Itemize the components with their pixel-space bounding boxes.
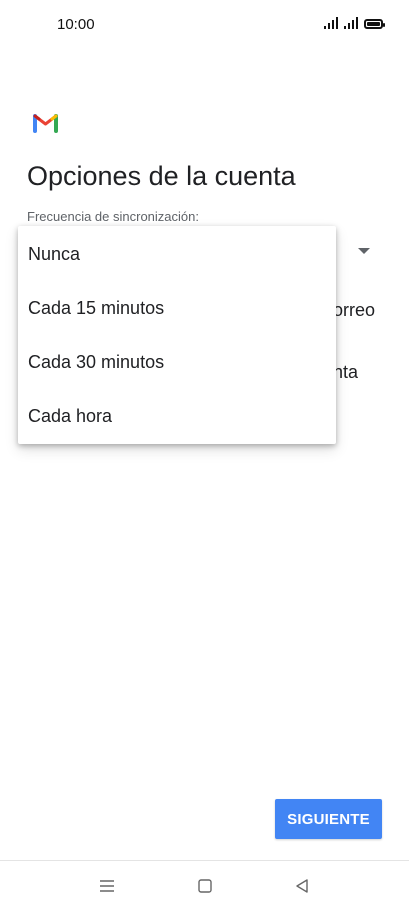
dropdown-option-15-minutes[interactable]: Cada 15 minutos [18,281,336,335]
back-icon[interactable] [293,877,311,895]
sync-frequency-dropdown: Nunca Cada 15 minutos Cada 30 minutos Ca… [18,226,336,444]
system-nav-bar [0,860,409,910]
dropdown-option-never[interactable]: Nunca [18,227,336,281]
battery-icon [364,19,385,29]
dropdown-option-30-minutes[interactable]: Cada 30 minutos [18,335,336,389]
home-icon[interactable] [196,877,214,895]
gmail-logo-icon [33,114,58,133]
background-option-text: orreo [333,300,376,320]
chevron-down-icon[interactable] [358,248,370,254]
status-time: 10:00 [57,16,95,33]
signal-icon [344,17,358,29]
sync-frequency-label: Frecuencia de sincronización: [27,209,199,224]
menu-icon[interactable] [98,877,116,895]
status-icons [324,17,385,29]
status-bar: 10:00 [0,0,409,50]
background-option-text: nta [333,362,359,382]
dropdown-option-hourly[interactable]: Cada hora [18,389,336,443]
next-button[interactable]: SIGUIENTE [275,799,382,839]
page-title: Opciones de la cuenta [27,161,296,191]
signal-icon [324,17,338,29]
